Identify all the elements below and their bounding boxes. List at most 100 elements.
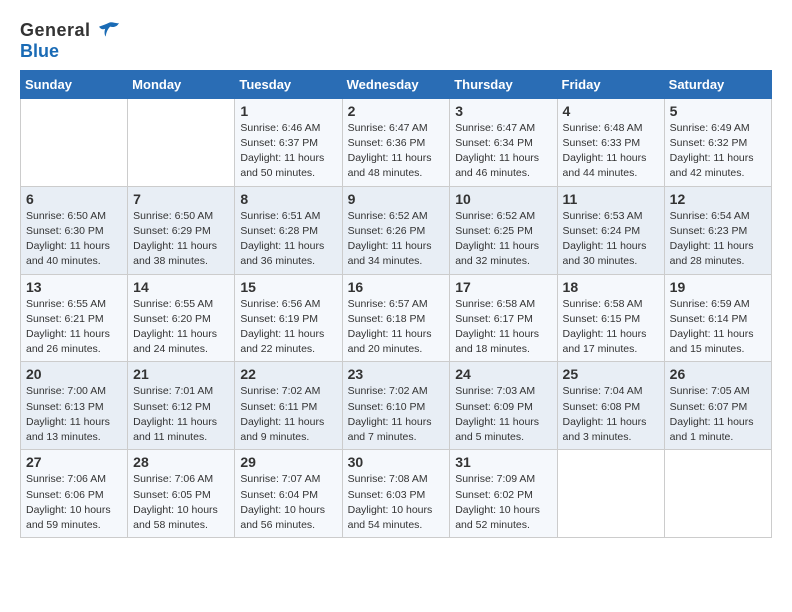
weekday-header: Wednesday <box>342 70 450 98</box>
calendar-cell: 8 Sunrise: 6:51 AM Sunset: 6:28 PM Daylig… <box>235 186 342 274</box>
day-info: Sunrise: 6:46 AM Sunset: 6:37 PM Dayligh… <box>240 121 336 182</box>
page-container: General Blue SundayMondayTuesdayWednesda… <box>0 0 792 548</box>
day-number: 17 <box>455 279 551 295</box>
day-info: Sunrise: 6:50 AM Sunset: 6:29 PM Dayligh… <box>133 209 229 270</box>
day-info: Sunrise: 7:06 AM Sunset: 6:06 PM Dayligh… <box>26 472 122 533</box>
day-info: Sunrise: 7:09 AM Sunset: 6:02 PM Dayligh… <box>455 472 551 533</box>
calendar-cell: 14 Sunrise: 6:55 AM Sunset: 6:20 PM Dayli… <box>128 274 235 362</box>
day-number: 25 <box>563 366 659 382</box>
day-number: 26 <box>670 366 766 382</box>
calendar-week-row: 20 Sunrise: 7:00 AM Sunset: 6:13 PM Dayli… <box>21 362 772 450</box>
day-number: 13 <box>26 279 122 295</box>
calendar-week-row: 6 Sunrise: 6:50 AM Sunset: 6:30 PM Daylig… <box>21 186 772 274</box>
day-info: Sunrise: 6:56 AM Sunset: 6:19 PM Dayligh… <box>240 297 336 358</box>
day-number: 10 <box>455 191 551 207</box>
calendar-cell: 30 Sunrise: 7:08 AM Sunset: 6:03 PM Dayli… <box>342 450 450 538</box>
calendar-week-row: 27 Sunrise: 7:06 AM Sunset: 6:06 PM Dayli… <box>21 450 772 538</box>
day-number: 12 <box>670 191 766 207</box>
day-number: 8 <box>240 191 336 207</box>
logo-general-text: General <box>20 20 120 42</box>
calendar-cell: 23Sunrise: 7:02 AM Sunset: 6:10 PM Dayli… <box>342 362 450 450</box>
calendar-cell: 15 Sunrise: 6:56 AM Sunset: 6:19 PM Dayli… <box>235 274 342 362</box>
calendar-cell: 29 Sunrise: 7:07 AM Sunset: 6:04 PM Dayli… <box>235 450 342 538</box>
calendar-cell: 27 Sunrise: 7:06 AM Sunset: 6:06 PM Dayli… <box>21 450 128 538</box>
day-info: Sunrise: 7:08 AM Sunset: 6:03 PM Dayligh… <box>348 472 445 533</box>
day-number: 28 <box>133 454 229 470</box>
calendar-cell: 20 Sunrise: 7:00 AM Sunset: 6:13 PM Dayli… <box>21 362 128 450</box>
day-number: 31 <box>455 454 551 470</box>
day-info: Sunrise: 7:00 AM Sunset: 6:13 PM Dayligh… <box>26 384 122 445</box>
day-info: Sunrise: 7:04 AM Sunset: 6:08 PM Dayligh… <box>563 384 659 445</box>
day-number: 14 <box>133 279 229 295</box>
weekday-header: Sunday <box>21 70 128 98</box>
calendar-cell: 10 Sunrise: 6:52 AM Sunset: 6:25 PM Dayli… <box>450 186 557 274</box>
calendar-cell: 21Sunrise: 7:01 AM Sunset: 6:12 PM Dayli… <box>128 362 235 450</box>
calendar-cell: 17 Sunrise: 6:58 AM Sunset: 6:17 PM Dayli… <box>450 274 557 362</box>
calendar-cell: 22Sunrise: 7:02 AM Sunset: 6:11 PM Dayli… <box>235 362 342 450</box>
calendar-cell <box>128 98 235 186</box>
day-number: 24 <box>455 366 551 382</box>
day-info: Sunrise: 6:50 AM Sunset: 6:30 PM Dayligh… <box>26 209 122 270</box>
logo-bird-icon <box>98 20 120 42</box>
calendar-cell: 11Sunrise: 6:53 AM Sunset: 6:24 PM Dayli… <box>557 186 664 274</box>
day-number: 27 <box>26 454 122 470</box>
day-number: 11 <box>563 191 659 207</box>
day-number: 21 <box>133 366 229 382</box>
calendar-cell: 1Sunrise: 6:46 AM Sunset: 6:37 PM Daylig… <box>235 98 342 186</box>
day-number: 4 <box>563 103 659 119</box>
calendar-cell: 13Sunrise: 6:55 AM Sunset: 6:21 PM Dayli… <box>21 274 128 362</box>
day-info: Sunrise: 6:49 AM Sunset: 6:32 PM Dayligh… <box>670 121 766 182</box>
day-info: Sunrise: 7:07 AM Sunset: 6:04 PM Dayligh… <box>240 472 336 533</box>
calendar-table: SundayMondayTuesdayWednesdayThursdayFrid… <box>20 70 772 538</box>
header: General Blue <box>20 20 772 62</box>
calendar-cell: 18Sunrise: 6:58 AM Sunset: 6:15 PM Dayli… <box>557 274 664 362</box>
calendar-week-row: 1Sunrise: 6:46 AM Sunset: 6:37 PM Daylig… <box>21 98 772 186</box>
calendar-cell: 5 Sunrise: 6:49 AM Sunset: 6:32 PM Daylig… <box>664 98 771 186</box>
day-number: 5 <box>670 103 766 119</box>
day-info: Sunrise: 7:02 AM Sunset: 6:11 PM Dayligh… <box>240 384 336 445</box>
day-info: Sunrise: 7:05 AM Sunset: 6:07 PM Dayligh… <box>670 384 766 445</box>
day-number: 16 <box>348 279 445 295</box>
day-info: Sunrise: 6:51 AM Sunset: 6:28 PM Dayligh… <box>240 209 336 270</box>
weekday-header: Tuesday <box>235 70 342 98</box>
day-info: Sunrise: 6:55 AM Sunset: 6:20 PM Dayligh… <box>133 297 229 358</box>
day-number: 6 <box>26 191 122 207</box>
day-number: 20 <box>26 366 122 382</box>
weekday-header: Friday <box>557 70 664 98</box>
day-number: 2 <box>348 103 445 119</box>
calendar-cell: 19Sunrise: 6:59 AM Sunset: 6:14 PM Dayli… <box>664 274 771 362</box>
calendar-cell: 6 Sunrise: 6:50 AM Sunset: 6:30 PM Daylig… <box>21 186 128 274</box>
day-info: Sunrise: 6:47 AM Sunset: 6:34 PM Dayligh… <box>455 121 551 182</box>
calendar-week-row: 13Sunrise: 6:55 AM Sunset: 6:21 PM Dayli… <box>21 274 772 362</box>
calendar-header-row: SundayMondayTuesdayWednesdayThursdayFrid… <box>21 70 772 98</box>
day-number: 15 <box>240 279 336 295</box>
day-info: Sunrise: 7:03 AM Sunset: 6:09 PM Dayligh… <box>455 384 551 445</box>
day-number: 18 <box>563 279 659 295</box>
calendar-cell: 2 Sunrise: 6:47 AM Sunset: 6:36 PM Daylig… <box>342 98 450 186</box>
calendar-cell: 28Sunrise: 7:06 AM Sunset: 6:05 PM Dayli… <box>128 450 235 538</box>
calendar-cell: 4 Sunrise: 6:48 AM Sunset: 6:33 PM Daylig… <box>557 98 664 186</box>
day-info: Sunrise: 7:02 AM Sunset: 6:10 PM Dayligh… <box>348 384 445 445</box>
calendar-cell: 25 Sunrise: 7:04 AM Sunset: 6:08 PM Dayli… <box>557 362 664 450</box>
calendar-cell: 9Sunrise: 6:52 AM Sunset: 6:26 PM Daylig… <box>342 186 450 274</box>
day-info: Sunrise: 6:52 AM Sunset: 6:25 PM Dayligh… <box>455 209 551 270</box>
logo: General Blue <box>20 20 120 62</box>
calendar-cell: 31 Sunrise: 7:09 AM Sunset: 6:02 PM Dayli… <box>450 450 557 538</box>
calendar-cell: 24 Sunrise: 7:03 AM Sunset: 6:09 PM Dayli… <box>450 362 557 450</box>
weekday-header: Thursday <box>450 70 557 98</box>
weekday-header: Saturday <box>664 70 771 98</box>
day-info: Sunrise: 6:47 AM Sunset: 6:36 PM Dayligh… <box>348 121 445 182</box>
calendar-cell: 16 Sunrise: 6:57 AM Sunset: 6:18 PM Dayli… <box>342 274 450 362</box>
day-info: Sunrise: 6:52 AM Sunset: 6:26 PM Dayligh… <box>348 209 445 270</box>
weekday-header: Monday <box>128 70 235 98</box>
calendar-cell: 12 Sunrise: 6:54 AM Sunset: 6:23 PM Dayli… <box>664 186 771 274</box>
day-info: Sunrise: 6:54 AM Sunset: 6:23 PM Dayligh… <box>670 209 766 270</box>
day-info: Sunrise: 6:57 AM Sunset: 6:18 PM Dayligh… <box>348 297 445 358</box>
day-info: Sunrise: 6:48 AM Sunset: 6:33 PM Dayligh… <box>563 121 659 182</box>
day-number: 30 <box>348 454 445 470</box>
day-number: 19 <box>670 279 766 295</box>
day-number: 29 <box>240 454 336 470</box>
calendar-cell: 3Sunrise: 6:47 AM Sunset: 6:34 PM Daylig… <box>450 98 557 186</box>
calendar-cell <box>557 450 664 538</box>
day-info: Sunrise: 6:58 AM Sunset: 6:17 PM Dayligh… <box>455 297 551 358</box>
